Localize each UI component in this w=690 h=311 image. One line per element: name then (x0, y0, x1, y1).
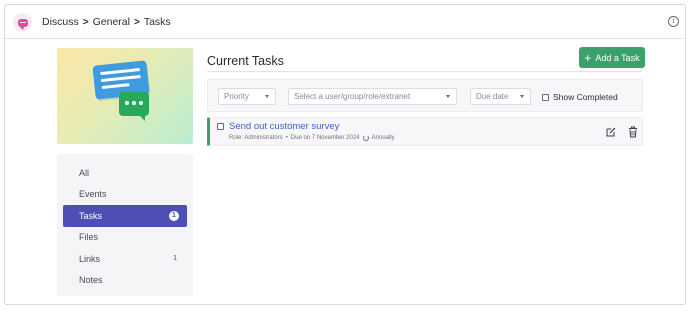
top-bar: Discuss > General > Tasks i (5, 5, 685, 39)
due-date-select[interactable]: Due date (470, 88, 531, 105)
assignee-select-placeholder: Select a user/group/role/extranet (294, 92, 411, 101)
caret-down-icon (265, 95, 269, 98)
sidebar-item-label: Events (79, 189, 107, 200)
task-filters: Priority Select a user/group/role/extran… (207, 79, 643, 112)
sidebar-item-files[interactable]: Files (63, 227, 187, 249)
breadcrumb-tasks: Tasks (143, 16, 171, 28)
sidebar-item-tasks[interactable]: Tasks 1 (63, 205, 187, 227)
sidebar-item-label: Links (79, 253, 101, 264)
sidebar-item-all[interactable]: All (63, 162, 187, 184)
caret-down-icon (520, 95, 524, 98)
caret-down-icon (446, 95, 450, 98)
breadcrumb-separator: > (82, 16, 89, 28)
sidebar-item-events[interactable]: Events (63, 184, 187, 206)
sidebar-item-notes[interactable]: Notes (63, 270, 187, 292)
sidebar-item-links[interactable]: Links 1 (63, 248, 187, 270)
add-task-button[interactable]: + Add a Task (579, 47, 645, 68)
links-count: 1 (173, 255, 177, 263)
task-role: Role: Administrators (229, 135, 283, 141)
info-icon[interactable]: i (668, 16, 679, 27)
show-completed-label: Show Completed (553, 92, 618, 102)
plus-icon: + (584, 50, 592, 65)
meta-bullet: • (285, 135, 288, 141)
task-recurrence: Annually (371, 135, 395, 141)
due-date-select-value: Due date (476, 92, 509, 101)
repeat-icon (362, 135, 369, 141)
breadcrumb-separator: > (133, 16, 140, 28)
breadcrumb: Discuss > General > Tasks (42, 16, 171, 28)
breadcrumb-general[interactable]: General (93, 16, 130, 28)
task-complete-checkbox[interactable] (217, 123, 224, 130)
channel-illustration (57, 48, 193, 144)
assignee-select[interactable]: Select a user/group/role/extranet (288, 88, 457, 105)
priority-select[interactable]: Priority (218, 88, 276, 105)
task-due-date: Due on 7 November 2024 (290, 135, 360, 141)
app-window: Discuss > General > Tasks i All Events T… (4, 4, 686, 305)
sidebar-item-label: All (79, 167, 90, 178)
show-completed-toggle[interactable]: Show Completed (542, 92, 618, 102)
show-completed-checkbox[interactable] (542, 93, 549, 101)
add-task-label: Add a Task (595, 52, 640, 63)
chat-bubble-icon (119, 92, 149, 121)
breadcrumb-discuss[interactable]: Discuss (42, 16, 79, 28)
edit-icon[interactable] (606, 127, 616, 137)
trash-icon[interactable] (628, 126, 638, 138)
divider (207, 71, 642, 72)
task-meta: Role: Administrators • Due on 7 November… (229, 135, 395, 141)
sidebar-item-label: Tasks (79, 210, 103, 221)
priority-select-value: Priority (224, 92, 249, 101)
task-row: Send out customer survey Role: Administr… (207, 117, 643, 146)
page-title: Current Tasks (207, 54, 284, 68)
tasks-count-badge: 1 (169, 210, 179, 221)
app-logo-icon[interactable] (13, 13, 32, 32)
sidebar-nav: All Events Tasks 1 Files Links 1 Notes (57, 154, 193, 296)
sidebar-item-label: Notes (79, 275, 103, 286)
task-title-link[interactable]: Send out customer survey (229, 121, 339, 132)
sidebar-item-label: Files (79, 232, 99, 243)
